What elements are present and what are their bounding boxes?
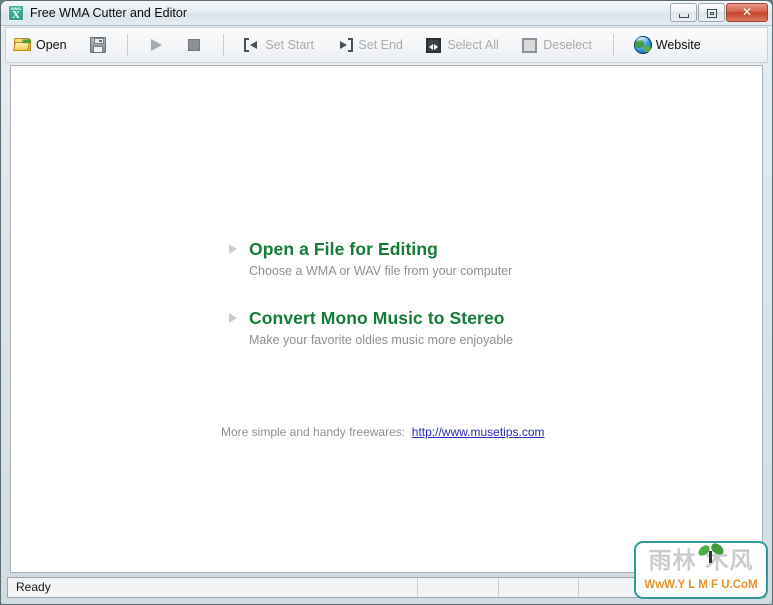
footnote: More simple and handy freewares: http://… <box>221 425 545 439</box>
globe-icon <box>632 28 654 62</box>
toolbar-set-end-label: Set End <box>358 38 403 52</box>
choice-convert-subtitle: Make your favorite oldies music more enj… <box>249 333 514 347</box>
choice-open-file-subtitle: Choose a WMA or WAV file from your compu… <box>249 264 513 278</box>
toolbar-stop-button[interactable] <box>177 28 211 62</box>
toolbar-website-label: Website <box>655 38 701 52</box>
plant-logo-icon <box>696 543 726 569</box>
toolbar-set-start-button[interactable]: Set Start <box>235 28 324 62</box>
musetips-link[interactable]: http://www.musetips.com <box>412 425 545 439</box>
triangle-bullet-icon <box>229 313 237 323</box>
status-panel-2 <box>417 578 499 597</box>
toolbar-save-button[interactable] <box>81 28 115 62</box>
triangle-bullet-icon <box>229 244 237 254</box>
maximize-button[interactable] <box>698 3 725 22</box>
status-message: Ready <box>16 580 51 594</box>
watermark-badge: 雨林 木风 WwW.Y L M F U.CoM <box>634 541 768 599</box>
toolbar-open-button[interactable]: ➠ Open <box>6 28 77 62</box>
toolbar-open-label: Open <box>36 38 67 52</box>
choice-open-file[interactable]: Open a File for Editing Choose a WMA or … <box>221 238 641 281</box>
toolbar-deselect-button[interactable]: Deselect <box>513 28 602 62</box>
window-title: Free WMA Cutter and Editor <box>30 6 188 20</box>
status-panel-1 <box>8 578 418 597</box>
toolbar-select-all-button[interactable]: Select All <box>417 28 508 62</box>
footnote-label: More simple and handy freewares: <box>221 425 406 439</box>
toolbar-separator-2 <box>222 34 224 56</box>
toolbar-set-end-button[interactable]: Set End <box>328 28 412 62</box>
toolbar-separator-3 <box>613 34 615 56</box>
maximize-icon <box>707 9 717 18</box>
window-controls: ✕ <box>669 3 768 23</box>
save-floppy-icon <box>87 28 109 62</box>
play-icon <box>145 28 167 62</box>
toolbar-select-all-label: Select All <box>447 38 499 52</box>
set-start-icon <box>241 28 263 62</box>
deselect-icon <box>519 28 541 62</box>
set-end-icon <box>334 28 356 62</box>
application-window: WMA X Free WMA Cutter and Editor ✕ ➠ Open… <box>0 0 773 605</box>
toolbar-website-button[interactable]: Website <box>626 28 711 62</box>
choice-convert-title[interactable]: Convert Mono Music to Stereo <box>249 307 641 329</box>
toolbar-separator-1 <box>126 34 128 56</box>
close-icon: ✕ <box>741 5 753 19</box>
status-panel-3 <box>498 578 579 597</box>
minimize-button[interactable] <box>670 3 697 22</box>
watermark-url-text: WwW.Y L M F U.CoM <box>644 579 758 591</box>
stop-icon <box>183 28 205 62</box>
app-icon-x-glyph: X <box>12 9 20 21</box>
toolbar-deselect-label: Deselect <box>543 38 592 52</box>
title-bar: WMA X Free WMA Cutter and Editor ✕ <box>1 1 772 26</box>
toolbar-play-button[interactable] <box>139 28 173 62</box>
wma-app-icon: WMA X <box>8 5 24 21</box>
choice-open-file-title[interactable]: Open a File for Editing <box>249 238 641 260</box>
toolbar-set-start-label: Set Start <box>265 38 314 52</box>
choice-convert-mono-to-stereo[interactable]: Convert Mono Music to Stereo Make your f… <box>221 307 641 350</box>
minimize-icon <box>679 14 689 18</box>
start-choices: Open a File for Editing Choose a WMA or … <box>221 238 641 376</box>
close-button[interactable]: ✕ <box>726 3 768 22</box>
client-area: Open a File for Editing Choose a WMA or … <box>10 65 763 573</box>
open-folder-icon: ➠ <box>12 28 34 62</box>
select-all-icon <box>423 28 445 62</box>
main-toolbar: ➠ Open Set Start Set End Select All Desel… <box>5 27 768 63</box>
